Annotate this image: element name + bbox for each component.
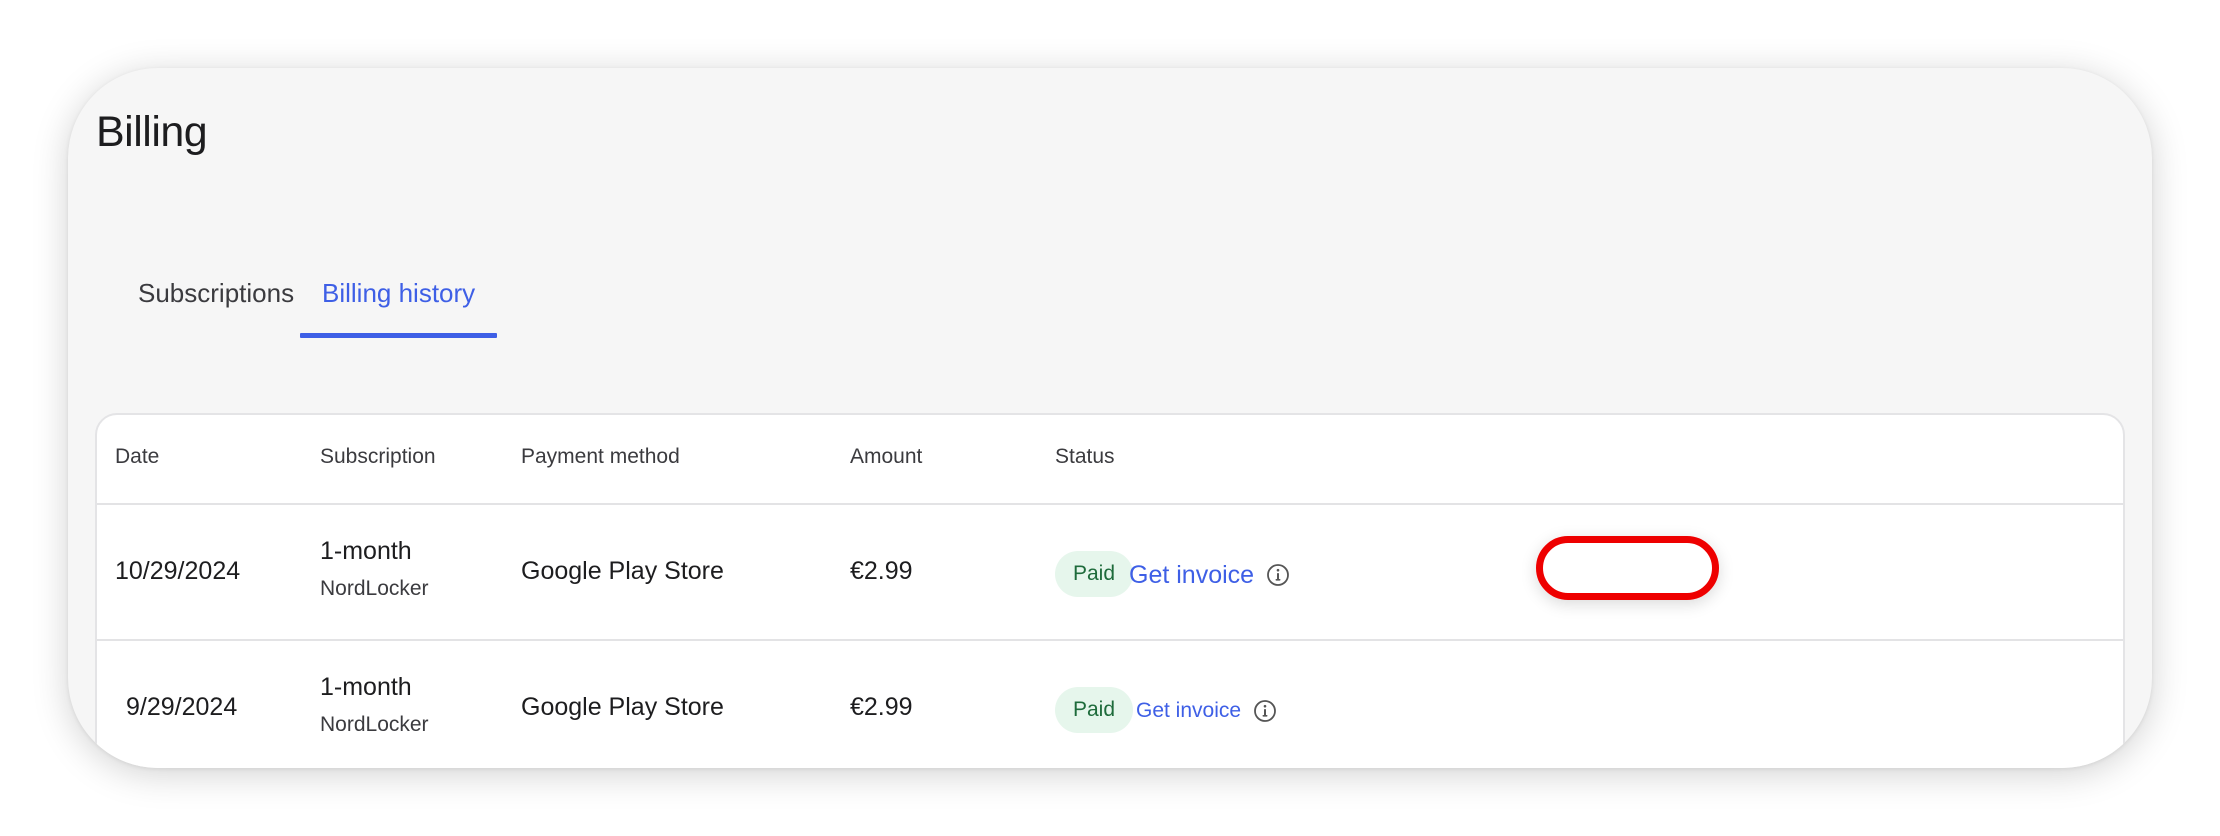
row-date: 9/29/2024	[126, 693, 238, 721]
get-invoice-label: Get invoice	[1136, 699, 1242, 722]
info-circle-icon[interactable]	[1253, 699, 1277, 723]
get-invoice-link[interactable]: Get invoice	[1136, 691, 1277, 731]
row-date: 10/29/2024	[115, 557, 241, 585]
header-payment-method: Payment method	[521, 445, 680, 468]
header-date: Date	[115, 445, 160, 468]
get-invoice-link[interactable]: Get invoice	[1129, 555, 1290, 595]
table-row: 10/29/2024 1-month NordLocker Google Pla…	[97, 505, 2123, 641]
row-payment-method: Google Play Store	[521, 693, 724, 721]
tab-subscriptions[interactable]: Subscriptions	[116, 264, 316, 338]
table-row: 9/29/2024 1-month NordLocker Google Play…	[97, 641, 2123, 768]
status-badge: Paid	[1055, 687, 1134, 733]
header-amount: Amount	[850, 445, 923, 468]
billing-panel: Billing Subscriptions Billing history Da…	[68, 68, 2152, 768]
row-amount: €2.99	[850, 693, 913, 721]
row-subscription-plan: 1-month	[320, 537, 412, 565]
info-circle-icon[interactable]	[1266, 563, 1290, 587]
billing-history-table: Date Subscription Payment method Amount …	[95, 413, 2125, 768]
tab-billing-history[interactable]: Billing history	[300, 264, 498, 338]
row-payment-method: Google Play Store	[521, 557, 724, 585]
row-subscription-product: NordLocker	[320, 577, 429, 600]
header-subscription: Subscription	[320, 445, 436, 468]
header-status: Status	[1055, 445, 1115, 468]
get-invoice-label: Get invoice	[1129, 560, 1255, 589]
status-badge: Paid	[1055, 551, 1134, 597]
row-amount: €2.99	[850, 557, 913, 585]
table-header: Date Subscription Payment method Amount …	[97, 415, 2123, 505]
row-subscription-plan: 1-month	[320, 673, 412, 701]
page-title: Billing	[96, 108, 208, 156]
row-subscription-product: NordLocker	[320, 713, 429, 736]
